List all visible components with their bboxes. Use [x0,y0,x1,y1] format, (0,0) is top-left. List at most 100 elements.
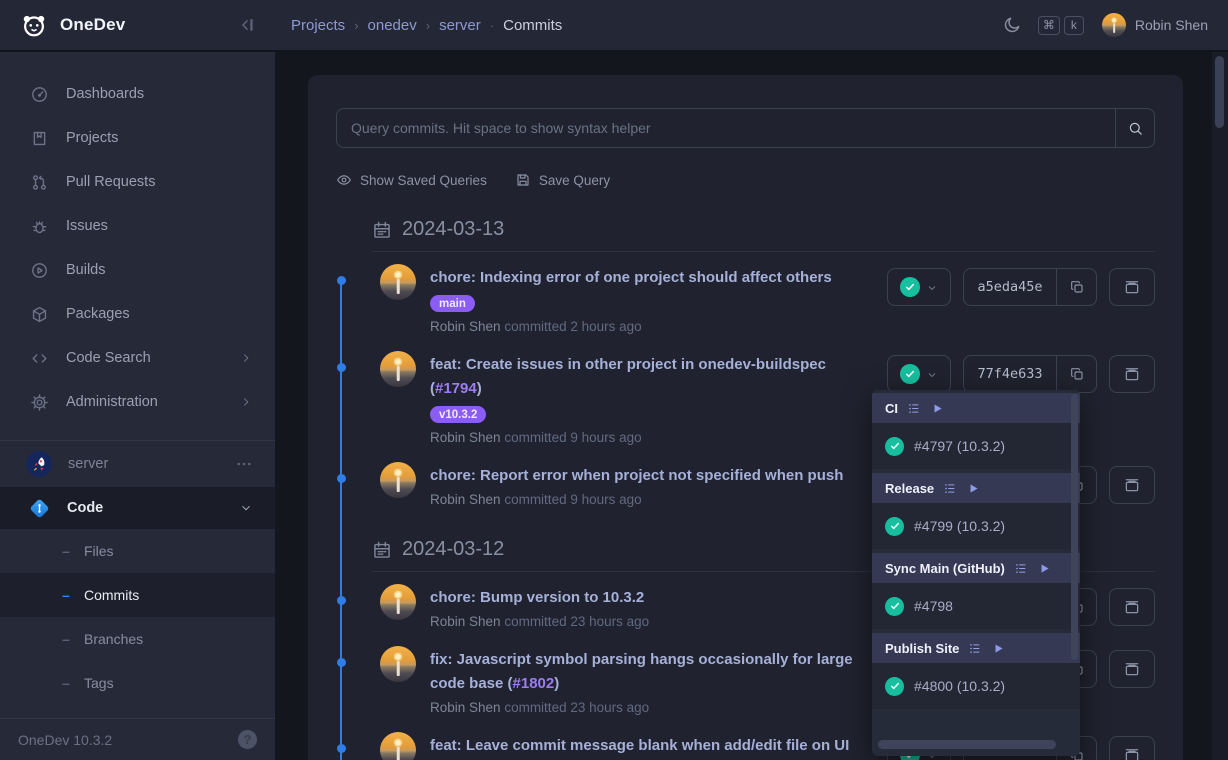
ref-badge[interactable]: main [430,295,475,312]
job-builds-list-icon[interactable] [943,481,958,496]
popup-build-item[interactable]: #4800 (10.3.2) [872,663,1080,709]
sidebar-nav: Dashboards Projects Pull Requests Issues… [0,52,275,424]
job-builds-list-icon[interactable] [907,401,922,416]
author-avatar[interactable] [380,732,416,760]
sidebar-subitem-files[interactable]: – Files [0,529,275,573]
commit-author: Robin Shen [430,492,504,507]
job-run-icon[interactable] [931,402,944,415]
commit-time: committed 23 hours ago [504,700,649,715]
browse-code-icon[interactable] [1109,268,1155,306]
popup-vertical-scrollbar[interactable] [1071,394,1078,660]
subitem-label: Commits [84,587,139,603]
sidebar-item-issues[interactable]: Issues [0,204,275,248]
breadcrumb-separator: · [490,18,494,33]
user-menu[interactable]: Robin Shen [1102,13,1208,37]
breadcrumb-projects[interactable]: Projects [291,17,345,34]
issue-ref-link[interactable]: #1802 [513,675,555,692]
job-builds-list-icon[interactable] [968,641,983,656]
commit-message[interactable]: feat: Leave commit message blank when ad… [430,734,873,760]
sidebar-item-projects[interactable]: Projects [0,116,275,160]
help-icon[interactable]: ? [238,730,257,749]
sidebar-item-dashboards[interactable]: Dashboards [0,72,275,116]
ref-badge[interactable]: v10.3.2 [430,406,486,423]
popup-build-item[interactable]: #4798 [872,583,1080,629]
keycap: ⌘ [1038,16,1060,35]
browse-code-icon[interactable] [1109,588,1155,626]
main-content: Show Saved Queries Save Query 2024-03-13 [275,52,1228,760]
sidebar-item-builds[interactable]: Builds [0,248,275,292]
sidebar-section-code[interactable]: Code [0,487,275,529]
build-status-button[interactable] [887,268,951,306]
browse-code-icon[interactable] [1109,466,1155,504]
breadcrumb-separator: › [426,18,430,33]
sidebar-subitem-tags[interactable]: – Tags [0,661,275,705]
sidebar-subitem-commits[interactable]: – Commits [0,573,275,617]
copy-hash-icon[interactable] [1056,356,1096,392]
popup-horizontal-scrollbar[interactable] [878,740,1056,749]
chevron-down-icon [239,501,253,515]
page-scrollbar[interactable] [1212,52,1228,760]
commit-message[interactable]: chore: Report error when project not spe… [430,464,873,488]
commit-message[interactable]: chore: Bump version to 10.3.2 [430,586,873,610]
sidebar-subitem-branches[interactable]: – Branches [0,617,275,661]
browse-code-icon[interactable] [1109,650,1155,688]
sidebar-item-label: Issues [66,218,108,234]
calendar-icon [372,540,392,560]
page-scrollbar-thumb[interactable] [1215,56,1224,128]
breadcrumb-server[interactable]: server [439,17,481,34]
author-avatar[interactable] [380,646,416,682]
commit-message[interactable]: fix: Javascript symbol parsing hangs occ… [430,648,873,696]
commit-message[interactable]: chore: Indexing error of one project sho… [430,266,873,290]
sidebar-item-label: Builds [66,262,106,278]
commit-query-input[interactable] [337,109,1115,147]
popup-build-item[interactable]: #4799 (10.3.2) [872,503,1080,549]
build-success-icon [900,277,920,297]
build-success-icon [900,364,920,384]
sidebar-item-pull-requests[interactable]: Pull Requests [0,160,275,204]
sidebar: Dashboards Projects Pull Requests Issues… [0,52,275,760]
timeline-dot [337,474,346,483]
sidebar-item-code-search[interactable]: Code Search [0,336,275,380]
sidebar-item-administration[interactable]: Administration [0,380,275,424]
message-text: fix: Javascript symbol parsing hangs occ… [430,651,853,692]
author-avatar[interactable] [380,462,416,498]
author-avatar[interactable] [380,264,416,300]
sidebar-item-label: Code Search [66,350,151,366]
build-status-button[interactable] [887,355,951,393]
chevron-right-icon [239,351,253,365]
dark-mode-toggle-icon[interactable] [1002,15,1022,35]
timeline-dot [337,363,346,372]
commit-info: chore: Bump version to 10.3.2 Robin Shen… [336,586,887,632]
breadcrumb-onedev[interactable]: onedev [368,17,417,34]
copy-hash-icon[interactable] [1056,269,1096,305]
job-run-icon[interactable] [1038,562,1051,575]
project-more-icon[interactable] [235,455,253,473]
build-status-popup: CI #4797 (10.3.2) Release #4799 (10.3.2)… [872,390,1080,756]
commit-row: chore: Indexing error of one project sho… [336,260,1155,347]
commit-info: feat: Leave commit message blank when ad… [336,734,887,760]
browse-code-icon[interactable] [1109,355,1155,393]
commit-message[interactable]: feat: Create issues in other project in … [430,353,873,401]
save-query-button[interactable]: Save Query [515,172,610,188]
message-text: chore: Bump version to 10.3.2 [430,589,644,606]
sidebar-item-packages[interactable]: Packages [0,292,275,336]
search-button[interactable] [1115,109,1154,147]
bug-icon [30,217,49,236]
job-builds-list-icon[interactable] [1014,561,1029,576]
author-avatar[interactable] [380,584,416,620]
job-run-icon[interactable] [967,482,980,495]
app-version: OneDev 10.3.2 [18,732,112,748]
popup-build-item[interactable]: #4797 (10.3.2) [872,423,1080,469]
commit-hash[interactable]: 77f4e633 [964,356,1056,392]
popup-job-header: CI [872,393,1080,423]
commit-meta: Robin Shen committed 23 hours ago [430,698,873,718]
commit-hash[interactable]: a5eda45e [964,269,1056,305]
query-actions: Show Saved Queries Save Query [336,172,1155,188]
browse-code-icon[interactable] [1109,736,1155,760]
show-saved-queries-button[interactable]: Show Saved Queries [336,172,487,188]
collapse-sidebar-icon[interactable] [237,14,259,36]
author-avatar[interactable] [380,351,416,387]
sidebar-project-server[interactable]: server [0,441,275,487]
job-run-icon[interactable] [992,642,1005,655]
issue-ref-link[interactable]: #1794 [435,380,477,397]
